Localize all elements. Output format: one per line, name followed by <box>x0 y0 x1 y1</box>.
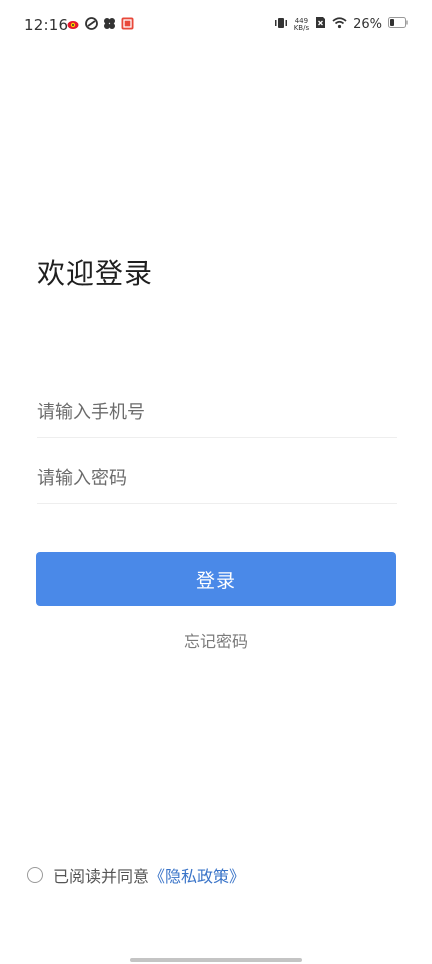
agreement-text: 已阅读并同意 <box>53 867 150 886</box>
status-indicators: 449 KB/s 26% <box>274 16 408 33</box>
wifi-icon <box>332 16 347 33</box>
app-swirl-icon <box>85 17 98 30</box>
phone-input[interactable] <box>37 398 397 426</box>
battery-icon <box>388 17 408 32</box>
app-clover-icon <box>103 17 116 30</box>
forgot-password-link[interactable]: 忘记密码 <box>0 628 432 652</box>
page-title: 欢迎登录 <box>37 257 154 290</box>
weibo-icon <box>67 17 80 30</box>
phone-field-container <box>37 398 397 438</box>
network-speed: 449 KB/s <box>293 17 310 32</box>
status-time: 12:16 <box>24 16 69 34</box>
password-field-container <box>37 464 397 504</box>
password-input[interactable] <box>37 464 397 492</box>
home-indicator[interactable] <box>130 958 302 962</box>
agreement-radio[interactable] <box>27 867 43 883</box>
app-red-badge-icon <box>121 17 134 30</box>
notification-icons <box>67 17 134 30</box>
login-button[interactable]: 登录 <box>36 552 396 606</box>
vibrate-icon <box>274 17 288 33</box>
privacy-agreement: 已阅读并同意《隐私政策》 <box>27 863 245 887</box>
privacy-policy-link[interactable]: 《隐私政策》 <box>149 867 245 886</box>
status-bar: 12:16 449 KB/s 26% <box>0 0 432 50</box>
battery-percent: 26% <box>353 17 382 32</box>
no-sim-icon <box>315 16 326 33</box>
net-speed-unit: KB/s <box>293 23 310 32</box>
